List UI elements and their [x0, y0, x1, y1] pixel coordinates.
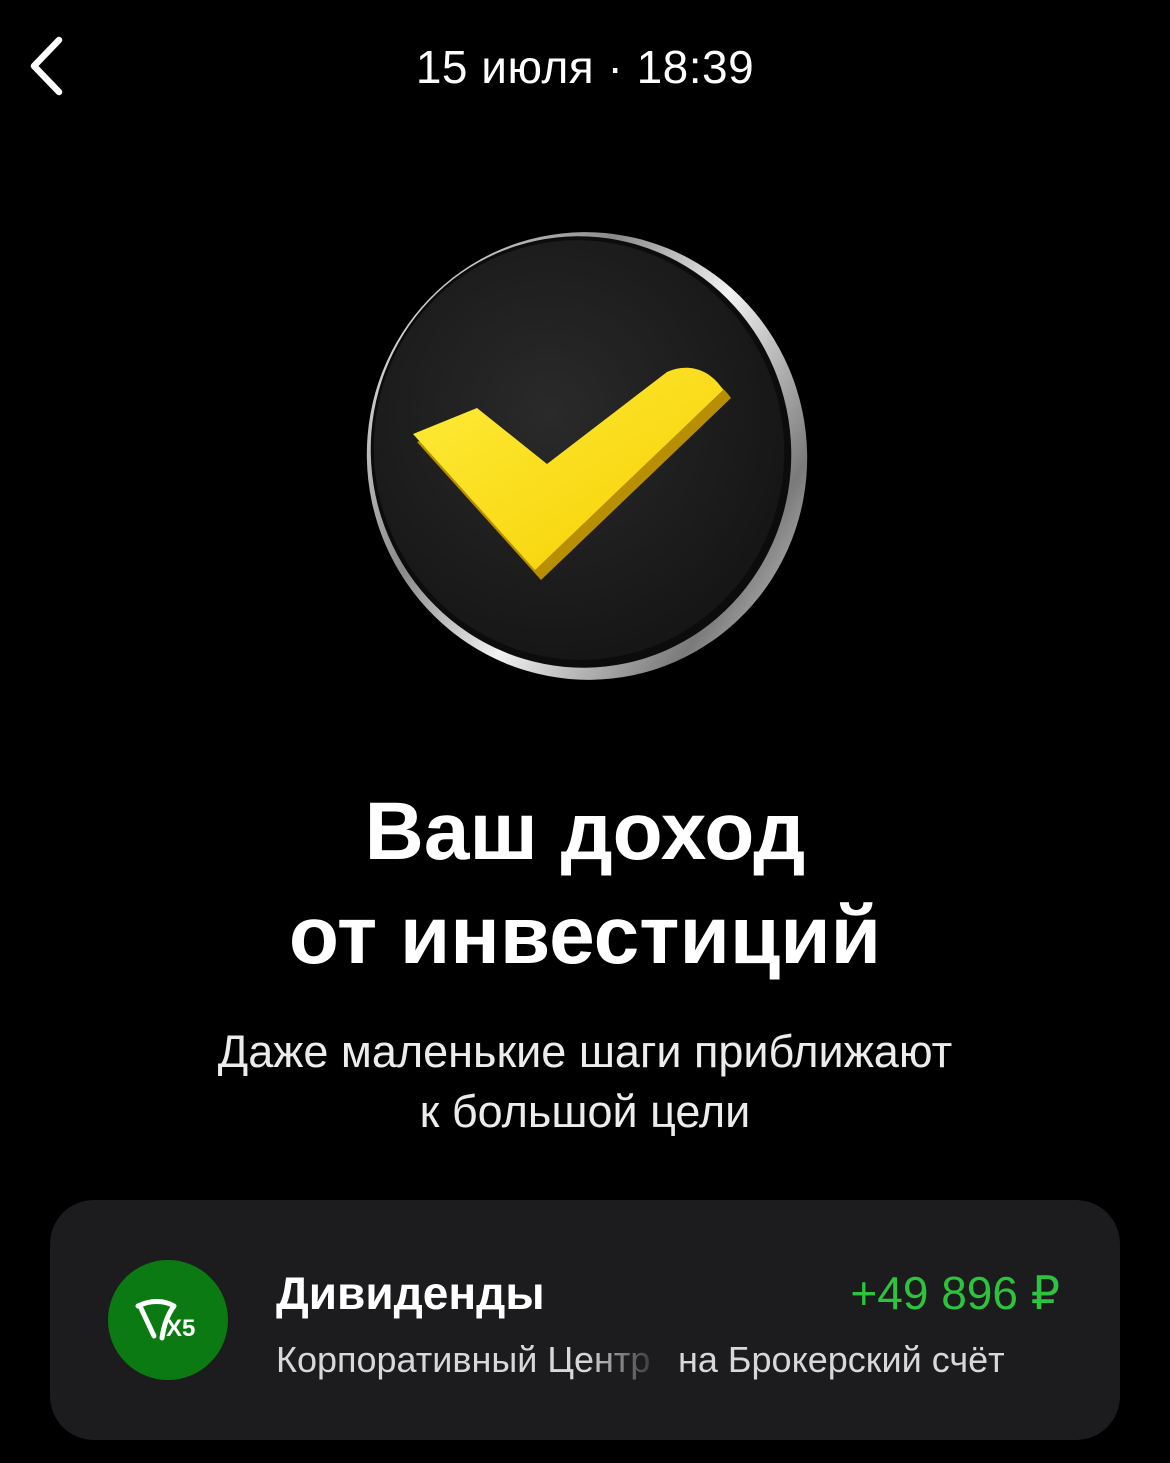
page-subtitle-line-2: к большой цели: [419, 1086, 751, 1137]
x5-logo-icon: X5: [108, 1260, 228, 1380]
header: 15 июля · 18:39: [0, 0, 1170, 130]
page-title: Ваш доход от инвестиций: [0, 780, 1170, 988]
operation-sender: Корпоративный Центр ИКС 5: [276, 1339, 664, 1380]
operation-title: Дивиденды: [276, 1267, 545, 1319]
dividend-operation-card[interactable]: X5 Дивиденды +49 896 ₽ Корпоративный Цен…: [50, 1200, 1120, 1440]
operation-description: Корпоративный Центр ИКС 5 на Брокерский с…: [276, 1334, 1066, 1386]
operation-destination: на Брокерский счёт: [678, 1339, 1005, 1380]
header-title: 15 июля · 18:39: [415, 41, 755, 93]
page-title-line-2: от инвестиций: [288, 890, 882, 981]
page-title-line-1: Ваш доход: [364, 786, 806, 877]
checkmark-coin-icon: [355, 220, 815, 690]
x5-logo-text: X5: [166, 1315, 195, 1342]
operation-amount: +49 896 ₽: [850, 1267, 1060, 1319]
page-subtitle-line-1: Даже маленькие шаги приближают: [217, 1026, 953, 1077]
page-subtitle: Даже маленькие шаги приближают к большой…: [0, 1022, 1170, 1142]
